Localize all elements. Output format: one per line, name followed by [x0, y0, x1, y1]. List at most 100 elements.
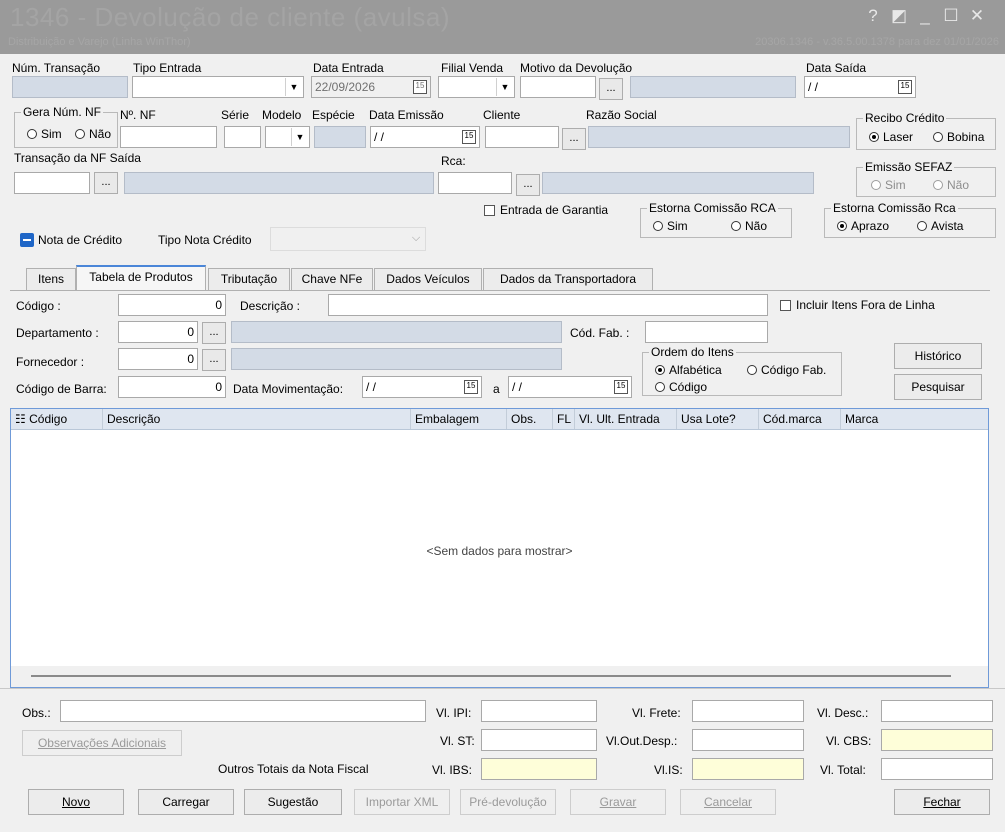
vl-out-desp-field[interactable]: [692, 729, 804, 751]
importar-xml-button[interactable]: Importar XML: [354, 789, 450, 815]
serie-field[interactable]: [224, 126, 261, 148]
data-mov-fim-field[interactable]: / / 15: [508, 376, 632, 398]
calendar-icon[interactable]: 15: [413, 80, 427, 94]
gravar-button[interactable]: Gravar: [570, 789, 666, 815]
grid-col-obs[interactable]: Obs.: [507, 409, 553, 429]
data-entrada-field[interactable]: 22/09/2026 15: [311, 76, 431, 98]
vl-desc-field[interactable]: [881, 700, 993, 722]
data-saida-field[interactable]: / / 15: [804, 76, 916, 98]
codigo-barra-field[interactable]: 0: [118, 376, 226, 398]
help-icon[interactable]: ?: [862, 6, 884, 26]
grid-col-cod-marca[interactable]: Cód.marca: [759, 409, 841, 429]
tab-dados-transportadora[interactable]: Dados da Transportadora: [483, 268, 653, 290]
sefaz-sim-label: Sim: [885, 178, 906, 192]
fornecedor-lookup-button[interactable]: ...: [202, 349, 226, 371]
tab-dados-veiculos[interactable]: Dados Veículos: [374, 268, 482, 290]
grid-col-descricao[interactable]: Descrição: [103, 409, 411, 429]
carregar-button[interactable]: Carregar: [138, 789, 234, 815]
fornecedor-field[interactable]: 0: [118, 348, 198, 370]
vl-ibs-field[interactable]: [481, 758, 597, 780]
cliente-field[interactable]: [485, 126, 559, 148]
grid-col-fl[interactable]: FL: [553, 409, 575, 429]
aprazo-radio[interactable]: Aprazo: [837, 219, 889, 233]
num-nf-field[interactable]: [120, 126, 217, 148]
vl-ipi-field[interactable]: [481, 700, 597, 722]
calendar-icon[interactable]: 15: [464, 380, 478, 394]
descricao-field[interactable]: [328, 294, 768, 316]
data-mov-inicio-field[interactable]: / / 15: [362, 376, 482, 398]
vl-total-field[interactable]: [881, 758, 993, 780]
collapse-icon[interactable]: [20, 233, 34, 247]
vl-cbs-field[interactable]: [881, 729, 993, 751]
ordem-codigo-radio[interactable]: Código: [655, 380, 707, 394]
fechar-button[interactable]: Fechar: [894, 789, 990, 815]
grid-col-embalagem[interactable]: Embalagem: [411, 409, 507, 429]
data-saida-value: / /: [808, 80, 819, 94]
transacao-nf-saida-field[interactable]: [14, 172, 90, 194]
observacoes-adicionais-label: Observações Adicionais: [37, 736, 167, 750]
rca-lookup-button[interactable]: ...: [516, 174, 540, 196]
recibo-laser-label: Laser: [883, 130, 914, 144]
incluir-fora-linha-checkbox[interactable]: Incluir Itens Fora de Linha: [780, 298, 935, 312]
modelo-select[interactable]: ▼: [265, 126, 310, 148]
sefaz-sim-radio[interactable]: Sim: [871, 178, 906, 192]
vl-frete-field[interactable]: [692, 700, 804, 722]
close-button[interactable]: ✕: [966, 6, 988, 26]
grid-menu-icon[interactable]: ☷: [15, 412, 26, 426]
estorna-rca-nao-radio[interactable]: Não: [731, 219, 767, 233]
estorna-rca-sim-radio[interactable]: Sim: [653, 219, 688, 233]
sugestao-button[interactable]: Sugestão: [244, 789, 342, 815]
cod-fab-field[interactable]: [645, 321, 768, 343]
motivo-devolucao-field[interactable]: [520, 76, 596, 98]
calendar-icon[interactable]: 15: [462, 130, 476, 144]
vl-st-field[interactable]: [481, 729, 597, 751]
departamento-field[interactable]: 0: [118, 321, 198, 343]
novo-button[interactable]: Novo: [28, 789, 124, 815]
pesquisar-button[interactable]: Pesquisar: [894, 374, 982, 400]
pin-icon[interactable]: ◩: [888, 6, 910, 26]
recibo-laser-radio[interactable]: Laser: [869, 130, 913, 144]
filial-venda-select[interactable]: ▼: [438, 76, 515, 98]
minimize-button[interactable]: _: [914, 6, 936, 26]
tipo-entrada-select[interactable]: ▼: [132, 76, 304, 98]
cliente-lookup-button[interactable]: ...: [562, 128, 586, 150]
estorna-comissao-rca-label: Estorna Comissão RCA: [647, 201, 778, 215]
gera-nf-nao-radio[interactable]: Não: [75, 127, 111, 141]
maximize-button[interactable]: ☐: [940, 6, 962, 26]
sefaz-nao-radio[interactable]: Não: [933, 178, 969, 192]
motivo-lookup-button[interactable]: ...: [599, 78, 623, 100]
gera-nf-sim-radio[interactable]: Sim: [27, 127, 62, 141]
codigo-field[interactable]: 0: [118, 294, 226, 316]
cancelar-button[interactable]: Cancelar: [680, 789, 776, 815]
tab-itens[interactable]: Itens: [26, 268, 76, 290]
grid-horizontal-scrollbar[interactable]: [31, 675, 951, 677]
calendar-icon[interactable]: 15: [898, 80, 912, 94]
data-entrada-value: 22/09/2026: [315, 80, 376, 94]
tab-tributacao[interactable]: Tributação: [208, 268, 290, 290]
grid-col-usa-lote[interactable]: Usa Lote?: [677, 409, 759, 429]
data-emissao-field[interactable]: / / 15: [370, 126, 480, 148]
num-transacao-field[interactable]: [12, 76, 128, 98]
entrada-garantia-checkbox[interactable]: Entrada de Garantia: [484, 203, 608, 217]
tipo-nota-credito-select[interactable]: ⌵: [270, 227, 426, 251]
ordem-alfabetica-radio[interactable]: Alfabética: [655, 363, 722, 377]
ordem-codigo-fab-radio[interactable]: Código Fab.: [747, 363, 826, 377]
tab-tabela-produtos[interactable]: Tabela de Produtos: [76, 265, 206, 290]
calendar-icon[interactable]: 15: [614, 380, 628, 394]
grid-col-marca[interactable]: Marca: [841, 409, 988, 429]
transacao-lookup-button[interactable]: ...: [94, 172, 118, 194]
avista-radio[interactable]: Avista: [917, 219, 963, 233]
tab-chave-nfe[interactable]: Chave NFe: [291, 268, 373, 290]
historico-button[interactable]: Histórico: [894, 343, 982, 369]
produtos-grid[interactable]: ☷ Código Descrição Embalagem Obs. FL Vl.…: [10, 408, 989, 688]
grid-col-vl-ult-entrada[interactable]: Vl. Ult. Entrada: [575, 409, 677, 429]
vl-is-field[interactable]: [692, 758, 804, 780]
obs-field[interactable]: [60, 700, 426, 722]
departamento-lookup-button[interactable]: ...: [202, 322, 226, 344]
rca-field[interactable]: [438, 172, 512, 194]
pre-devolucao-button[interactable]: Pré-devolução: [460, 789, 556, 815]
grid-col-codigo[interactable]: ☷ Código: [11, 409, 103, 429]
razao-social-label: Razão Social: [586, 108, 657, 122]
observacoes-adicionais-button[interactable]: Observações Adicionais: [22, 730, 182, 756]
recibo-bobina-radio[interactable]: Bobina: [933, 130, 984, 144]
